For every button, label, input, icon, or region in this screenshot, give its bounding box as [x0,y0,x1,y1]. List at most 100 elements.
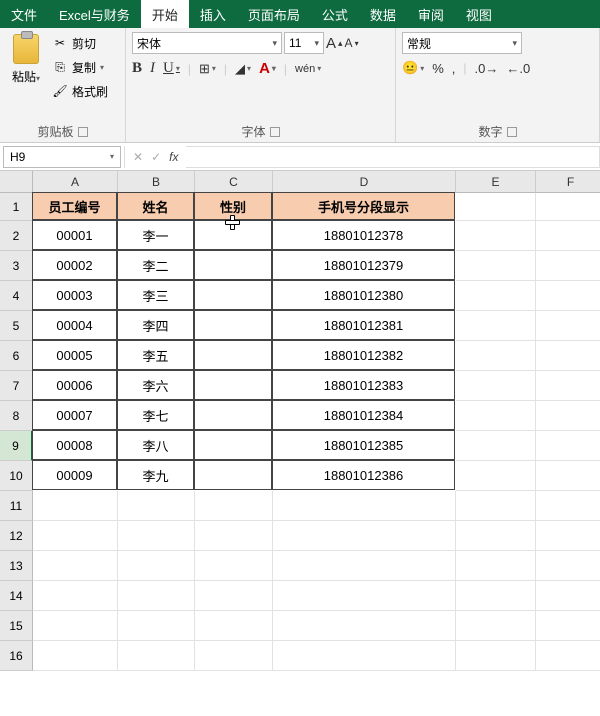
data-cell[interactable]: 18801012383 [272,370,455,400]
empty-cell[interactable] [456,221,536,251]
row-header-4[interactable]: 4 [0,281,33,311]
data-cell[interactable]: 18801012386 [272,460,455,490]
empty-cell[interactable] [536,431,600,461]
col-header-F[interactable]: F [536,171,600,193]
percent-button[interactable]: % [432,61,444,76]
empty-cell[interactable] [536,461,600,491]
menu-tab-6[interactable]: 数据 [359,0,407,28]
empty-cell[interactable] [536,611,600,641]
shrink-font-button[interactable]: A▾ [345,36,359,50]
row-header-16[interactable]: 16 [0,641,33,671]
empty-cell[interactable] [456,401,536,431]
data-cell[interactable]: 00004 [32,310,117,340]
row-header-2[interactable]: 2 [0,221,33,251]
empty-cell[interactable] [456,431,536,461]
data-cell[interactable]: 李四 [117,310,194,340]
empty-cell[interactable] [118,551,195,581]
empty-cell[interactable] [195,611,273,641]
row-header-5[interactable]: 5 [0,311,33,341]
empty-cell[interactable] [456,491,536,521]
empty-cell[interactable] [456,311,536,341]
dialog-launcher-icon[interactable] [507,127,517,137]
empty-cell[interactable] [456,641,536,671]
row-header-7[interactable]: 7 [0,371,33,401]
data-cell[interactable] [194,430,272,460]
empty-cell[interactable] [273,551,456,581]
col-header-A[interactable]: A [33,171,118,193]
data-cell[interactable]: 00005 [32,340,117,370]
empty-cell[interactable] [195,641,273,671]
dialog-launcher-icon[interactable] [270,127,280,137]
empty-cell[interactable] [536,521,600,551]
empty-cell[interactable] [118,521,195,551]
empty-cell[interactable] [536,641,600,671]
paste-button[interactable]: 粘贴▾ [6,32,46,120]
data-cell[interactable]: 李八 [117,430,194,460]
header-cell[interactable]: 手机号分段显示 [272,192,455,220]
data-cell[interactable]: 18801012382 [272,340,455,370]
menu-tab-7[interactable]: 审阅 [407,0,455,28]
bold-button[interactable]: B [132,60,142,77]
data-cell[interactable]: 18801012379 [272,250,455,280]
data-cell[interactable]: 00002 [32,250,117,280]
col-header-D[interactable]: D [273,171,456,193]
empty-cell[interactable] [273,641,456,671]
data-cell[interactable]: 00009 [32,460,117,490]
empty-cell[interactable] [118,581,195,611]
data-cell[interactable]: 00007 [32,400,117,430]
col-header-C[interactable]: C [195,171,273,193]
empty-cell[interactable] [195,551,273,581]
font-name-select[interactable]: 宋体▾ [132,32,282,54]
empty-cell[interactable] [456,341,536,371]
empty-cell[interactable] [33,521,118,551]
data-cell[interactable] [194,460,272,490]
header-cell[interactable]: 员工编号 [32,192,117,220]
fill-color-button[interactable]: ◢▾ [235,61,251,77]
empty-cell[interactable] [536,371,600,401]
cancel-icon[interactable]: ✕ [133,150,143,164]
empty-cell[interactable] [33,611,118,641]
row-header-13[interactable]: 13 [0,551,33,581]
data-cell[interactable] [194,220,272,250]
data-cell[interactable]: 18801012381 [272,310,455,340]
data-cell[interactable]: 18801012380 [272,280,455,310]
row-header-3[interactable]: 3 [0,251,33,281]
col-header-E[interactable]: E [456,171,536,193]
empty-cell[interactable] [456,521,536,551]
data-cell[interactable] [194,370,272,400]
format-painter-button[interactable]: 🖌格式刷 [52,80,108,102]
italic-button[interactable]: I [150,60,155,77]
data-cell[interactable]: 18801012384 [272,400,455,430]
empty-cell[interactable] [536,221,600,251]
empty-cell[interactable] [456,193,536,221]
header-cell[interactable]: 姓名 [117,192,194,220]
empty-cell[interactable] [536,491,600,521]
cut-button[interactable]: ✂剪切 [52,32,108,54]
empty-cell[interactable] [118,641,195,671]
empty-cell[interactable] [456,581,536,611]
menu-tab-1[interactable]: Excel与财务 [48,0,141,28]
menu-tab-4[interactable]: 页面布局 [237,0,311,28]
empty-cell[interactable] [195,581,273,611]
grow-font-button[interactable]: A▴ [326,35,343,52]
menu-tab-5[interactable]: 公式 [311,0,359,28]
fx-icon[interactable]: fx [169,150,178,164]
empty-cell[interactable] [273,491,456,521]
row-header-12[interactable]: 12 [0,521,33,551]
data-cell[interactable] [194,340,272,370]
data-cell[interactable]: 李一 [117,220,194,250]
empty-cell[interactable] [33,581,118,611]
increase-decimal-button[interactable]: .0→ [475,61,499,76]
currency-button[interactable]: 😐▾ [402,60,424,76]
menu-tab-8[interactable]: 视图 [455,0,503,28]
row-header-11[interactable]: 11 [0,491,33,521]
empty-cell[interactable] [195,491,273,521]
empty-cell[interactable] [536,581,600,611]
empty-cell[interactable] [195,521,273,551]
empty-cell[interactable] [33,551,118,581]
formula-bar[interactable] [186,146,600,168]
empty-cell[interactable] [456,251,536,281]
data-cell[interactable]: 李七 [117,400,194,430]
font-size-select[interactable]: 11▾ [284,32,324,54]
data-cell[interactable] [194,400,272,430]
